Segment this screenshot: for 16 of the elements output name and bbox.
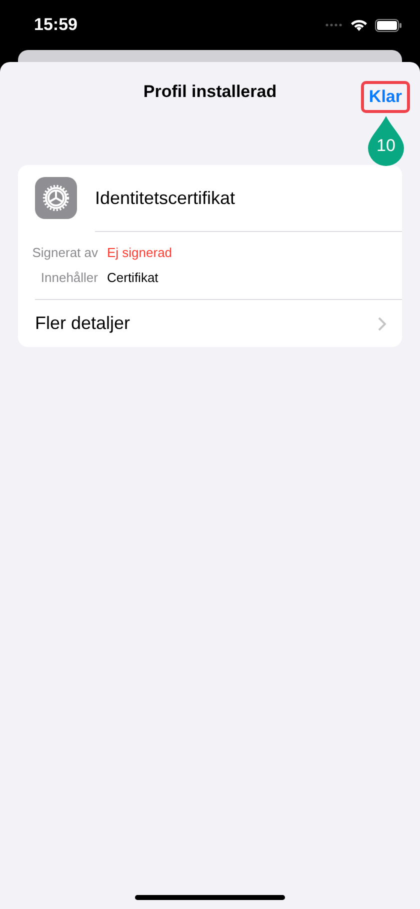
battery-icon [375,18,402,32]
wifi-icon [351,19,367,31]
chevron-icon [378,316,386,330]
detail-label: Signerat av [32,245,98,260]
sheet-title: Profil installerad [143,82,277,102]
detail-label: Innehåller [40,270,98,285]
signal-icon [325,23,343,27]
profile-name: Identitetscertifikat [95,188,236,208]
status-time: 15:59 [34,15,78,35]
detail-value: Certifikat [107,270,158,285]
step-marker: 10 [368,116,404,166]
done-button[interactable]: Klar [360,81,410,113]
detail-value: Ej signerad [107,245,172,260]
more-details-label: Fler detaljer [35,313,130,334]
more-details-row[interactable]: Fler detaljer [18,300,402,347]
gear-icon [35,177,77,219]
